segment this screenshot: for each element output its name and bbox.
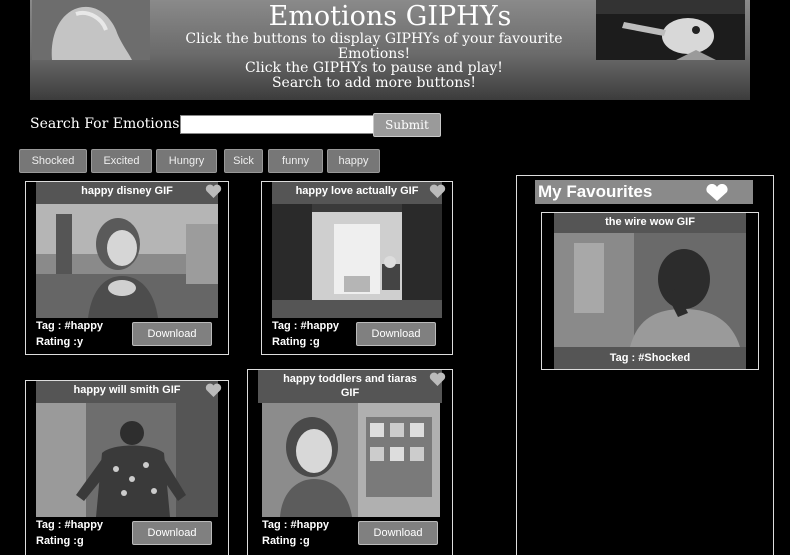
gif-title: happy love actually GIF bbox=[295, 185, 419, 197]
favourites-title: My Favourites bbox=[535, 180, 753, 204]
gif-card: happy love actually GIF Tag : #happy Rat… bbox=[261, 181, 453, 355]
gif-card-header: happy toddlers and tiaras GIF bbox=[258, 370, 446, 403]
search-label: Search For Emotions: bbox=[30, 116, 185, 132]
gif-rating: Rating :g bbox=[36, 535, 84, 547]
heart-icon bbox=[706, 184, 728, 201]
instruction-line: Click the buttons to display GIPHYs of y… bbox=[185, 31, 563, 47]
favourites-title-text: My Favourites bbox=[538, 182, 653, 201]
gif-card-header: happy love actually GIF bbox=[272, 182, 446, 204]
emotion-button-happy[interactable]: happy bbox=[327, 149, 380, 173]
gif-tag: Tag : #happy bbox=[36, 320, 104, 332]
heart-icon[interactable] bbox=[205, 184, 222, 199]
download-button[interactable]: Download bbox=[356, 322, 436, 346]
emotion-button-funny[interactable]: funny bbox=[268, 149, 323, 173]
download-button[interactable]: Download bbox=[132, 521, 212, 545]
gif-card: happy will smith GIF Tag : #happy Rating… bbox=[25, 380, 229, 555]
download-button[interactable]: Download bbox=[358, 521, 438, 545]
instruction-line: Click the GIPHYs to pause and play! bbox=[245, 60, 503, 76]
instruction-line: Search to add more buttons! bbox=[271, 74, 477, 91]
gif-image[interactable] bbox=[36, 204, 218, 318]
favourite-gif-tag: Tag : #Shocked bbox=[609, 352, 691, 364]
emotion-button-sick[interactable]: Sick bbox=[224, 149, 263, 173]
gif-title: happy will smith GIF bbox=[73, 384, 181, 396]
gif-rating: Rating :y bbox=[36, 336, 84, 348]
heart-icon[interactable] bbox=[429, 184, 446, 199]
emotion-button-shocked[interactable]: Shocked bbox=[19, 149, 87, 173]
gif-tag: Tag : #happy bbox=[272, 320, 340, 332]
page-title: Emotions GIPHYs bbox=[268, 1, 512, 32]
gif-card: happy toddlers and tiaras GIF Tag : #hap… bbox=[247, 369, 453, 555]
favourites-panel: My Favourites the wire wow GIF Tag : #Sh… bbox=[516, 175, 774, 555]
heart-icon[interactable] bbox=[429, 372, 446, 387]
header-instructions: Click the buttons to display GIPHYs of y… bbox=[160, 32, 588, 90]
favourite-gif-title: the wire wow GIF bbox=[605, 216, 695, 228]
gif-image[interactable] bbox=[36, 403, 218, 517]
search-input[interactable] bbox=[180, 115, 374, 134]
gif-title: happy toddlers and tiaras GIF bbox=[283, 373, 417, 399]
gif-title: happy disney GIF bbox=[81, 185, 173, 197]
heart-icon[interactable] bbox=[205, 383, 222, 398]
download-button[interactable]: Download bbox=[132, 322, 212, 346]
favourite-tag-bar: Tag : #Shocked bbox=[554, 347, 746, 369]
favourite-card: the wire wow GIF Tag : #Shocked bbox=[541, 212, 759, 370]
gif-image[interactable] bbox=[262, 403, 440, 517]
gif-image[interactable] bbox=[272, 204, 442, 318]
gif-tag: Tag : #happy bbox=[36, 519, 104, 531]
instruction-line: Emotions! bbox=[337, 45, 411, 62]
gif-card-header: happy disney GIF bbox=[36, 182, 222, 204]
submit-button[interactable]: Submit bbox=[373, 113, 441, 137]
favourite-card-header: the wire wow GIF bbox=[554, 213, 746, 233]
gif-rating: Rating :g bbox=[262, 535, 310, 547]
emotion-button-excited[interactable]: Excited bbox=[91, 149, 152, 173]
header-banner: Emotions GIPHYs Click the buttons to dis… bbox=[30, 0, 750, 100]
emotion-button-hungry[interactable]: Hungry bbox=[156, 149, 217, 173]
gif-tag: Tag : #happy bbox=[262, 519, 330, 531]
favourite-gif-image[interactable] bbox=[554, 233, 746, 347]
gif-rating: Rating :g bbox=[272, 336, 320, 348]
gif-card-header: happy will smith GIF bbox=[36, 381, 222, 403]
gif-card: happy disney GIF Tag : #happy Rating :y … bbox=[25, 181, 229, 355]
